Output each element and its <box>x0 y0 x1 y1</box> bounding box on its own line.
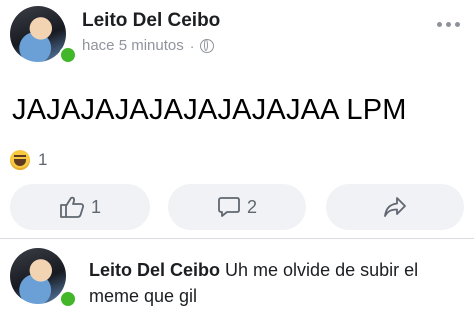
comment-count: 2 <box>246 196 257 217</box>
comments-divider <box>0 238 474 239</box>
comment-author-name[interactable]: Leito Del Ceibo <box>89 260 220 280</box>
commenter-online-indicator <box>59 290 77 308</box>
share-icon <box>384 197 406 217</box>
comment-body: Leito Del Ceibo Uh me olvide de subir el… <box>89 257 449 309</box>
author-avatar[interactable] <box>10 6 66 62</box>
post-timestamp[interactable]: hace 5 minutos <box>82 37 184 54</box>
meta-separator: · <box>189 37 195 54</box>
post-meta: hace 5 minutos · <box>82 37 215 54</box>
comment-button[interactable]: 2 <box>168 184 306 230</box>
post-text: JAJAJAJAJAJAJAJAJAA LPM <box>12 94 407 126</box>
commenter-avatar[interactable] <box>10 248 66 304</box>
like-button[interactable]: 1 <box>10 184 150 230</box>
online-status-indicator <box>59 46 77 64</box>
comment-icon <box>218 197 240 217</box>
reaction-count: 1 <box>38 150 48 169</box>
post-author-name[interactable]: Leito Del Ceibo <box>82 10 220 32</box>
globe-icon <box>200 38 215 53</box>
share-button[interactable] <box>326 184 464 230</box>
reaction-summary[interactable]: 1 <box>10 150 47 170</box>
more-options-icon[interactable] <box>437 22 460 27</box>
like-icon <box>60 196 85 218</box>
like-count: 1 <box>90 196 101 217</box>
haha-reaction-icon <box>10 150 30 170</box>
